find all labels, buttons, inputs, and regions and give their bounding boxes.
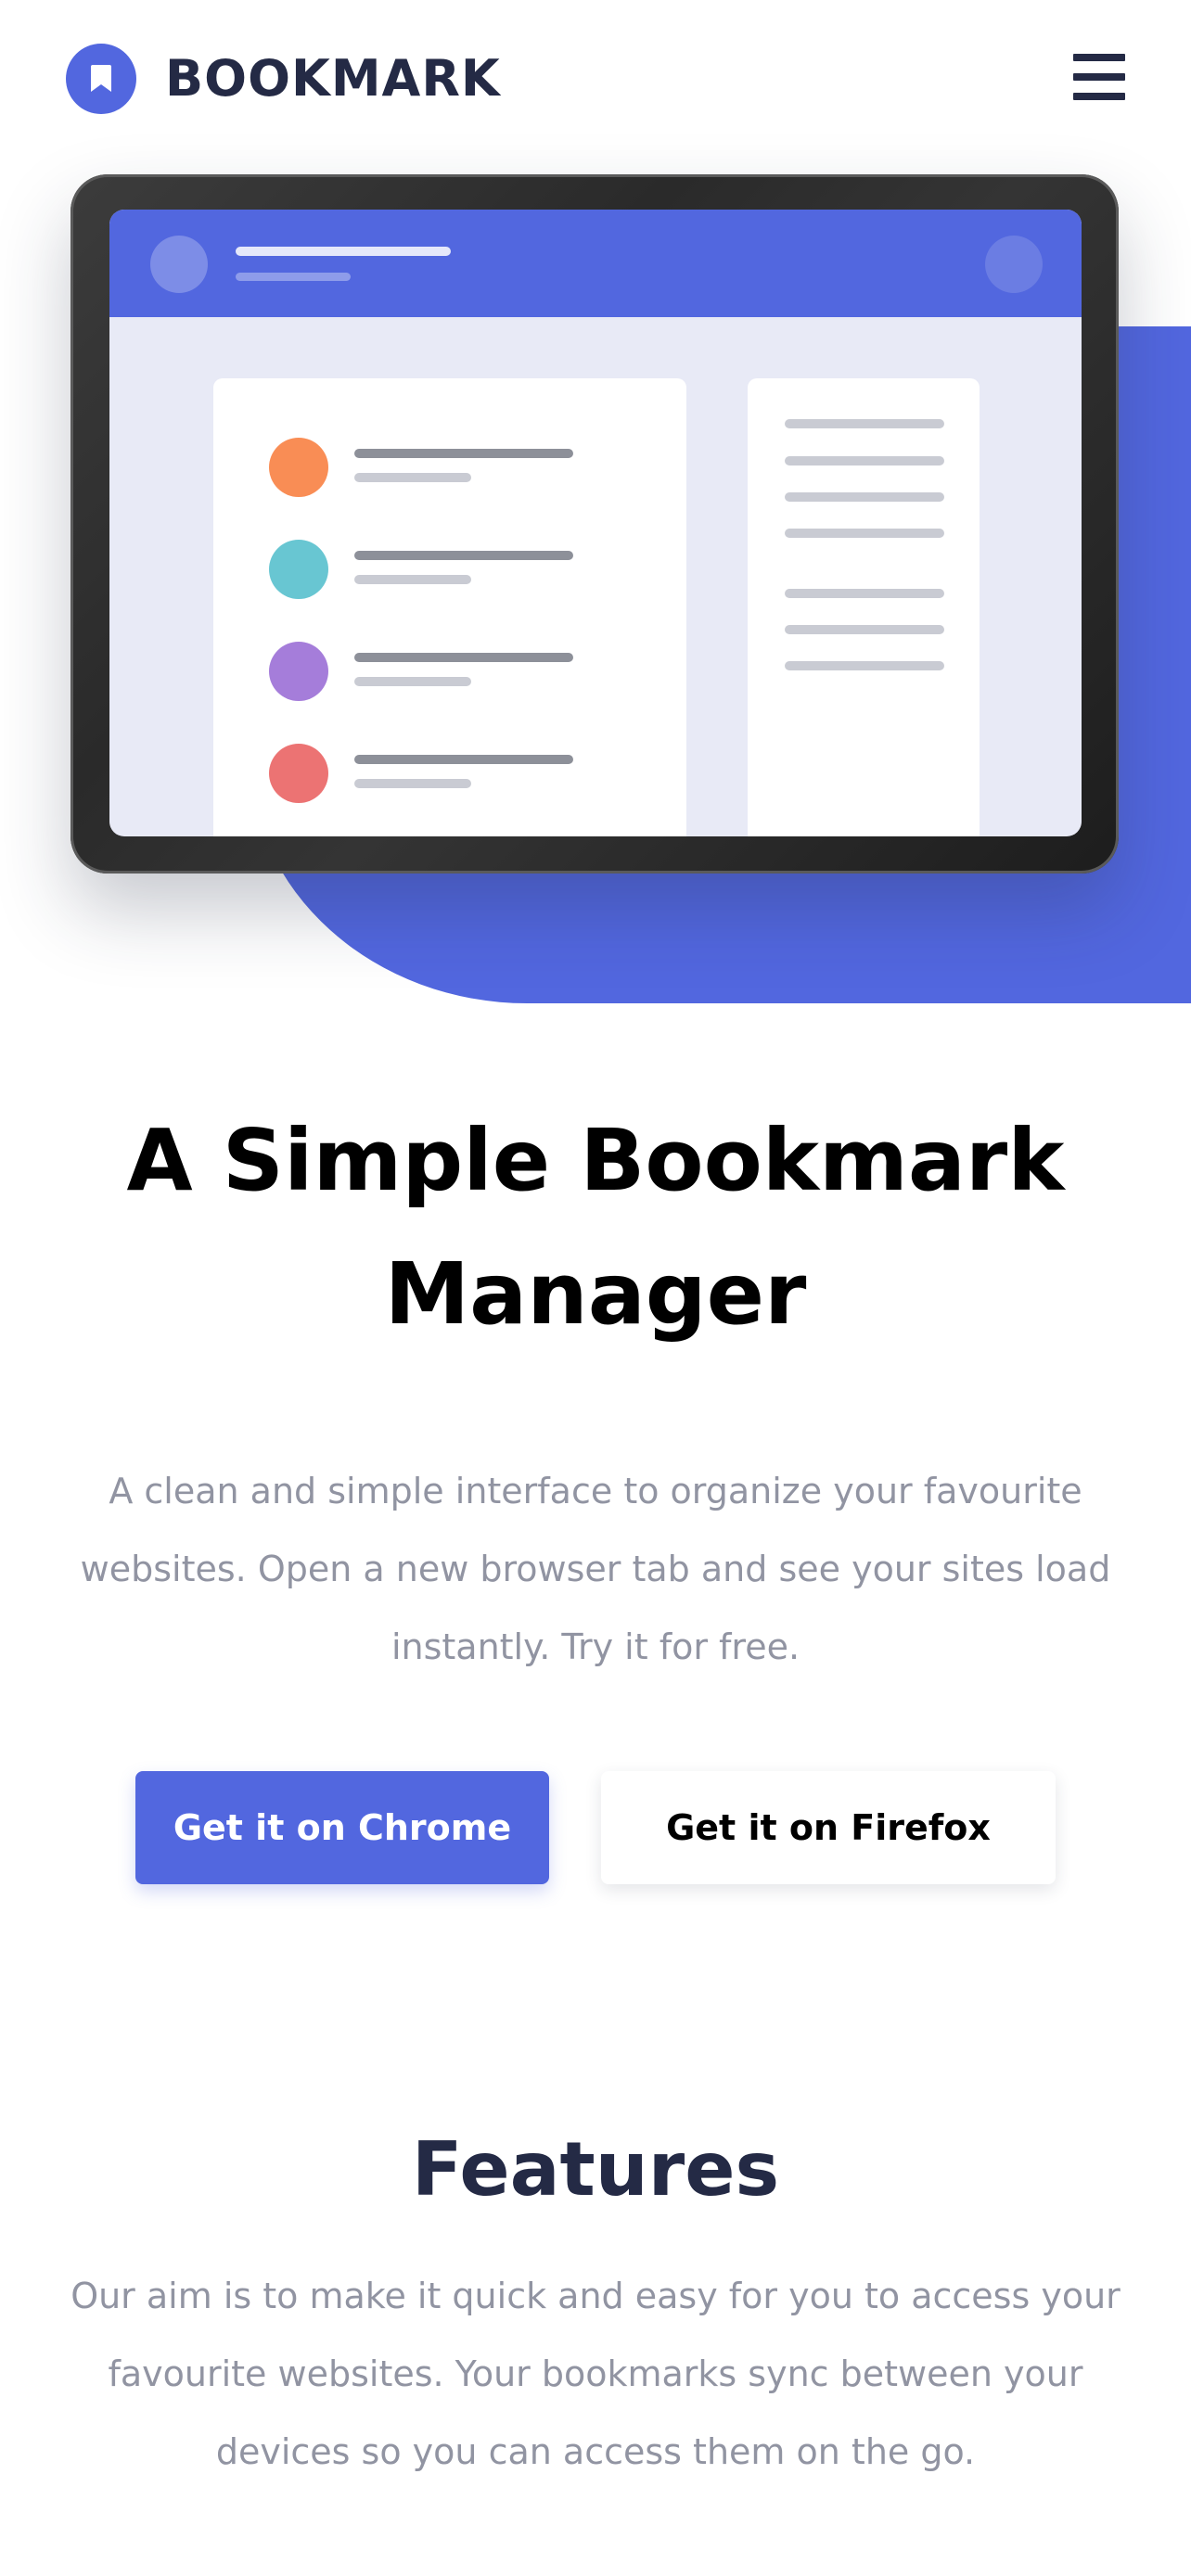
features-title: Features	[411, 2126, 780, 2213]
bookmark-title-line	[354, 449, 573, 458]
bookmark-list-item	[269, 640, 640, 705]
tablet-screen	[109, 210, 1082, 836]
bookmark-title-line	[354, 755, 573, 764]
bookmark-list-card	[213, 378, 686, 836]
avatar-placeholder	[150, 236, 208, 293]
hero-description: A clean and simple interface to organize…	[80, 1471, 1111, 1667]
hamburger-menu-icon[interactable]	[1073, 54, 1125, 100]
action-circle-placeholder	[985, 236, 1043, 293]
brand-name: BOOKMARK	[165, 49, 501, 108]
bookmark-url-line	[354, 575, 471, 584]
bookmark-dot	[269, 744, 328, 803]
details-card	[748, 378, 980, 836]
site-header: BOOKMARK	[0, 0, 1191, 158]
header-subline-placeholder	[236, 273, 351, 281]
app-header-mock	[109, 210, 1082, 317]
bookmark-url-line	[354, 779, 471, 788]
bookmark-title-line	[354, 653, 573, 662]
get-it-on-chrome-button[interactable]: Get it on Chrome	[135, 1771, 549, 1884]
detail-line	[785, 419, 944, 428]
tablet-illustration	[70, 174, 1119, 874]
bookmark-dot	[269, 642, 328, 701]
get-it-on-firefox-button[interactable]: Get it on Firefox	[601, 1771, 1056, 1884]
bookmark-list-item	[269, 538, 640, 603]
detail-line	[785, 492, 944, 502]
detail-line	[785, 661, 944, 670]
header-line-placeholder	[236, 247, 451, 256]
bookmark-dot	[269, 540, 328, 599]
detail-line	[785, 529, 944, 538]
bookmark-logo-icon	[66, 44, 136, 114]
bookmark-list-item	[269, 436, 640, 501]
detail-line	[785, 625, 944, 634]
features-description: Our aim is to make it quick and easy for…	[70, 2276, 1121, 2472]
bookmark-list-item	[269, 742, 640, 807]
detail-line	[785, 456, 944, 465]
detail-line	[785, 589, 944, 598]
hero-title: A Simple Bookmark Manager	[126, 1111, 1065, 1344]
bookmark-dot	[269, 438, 328, 497]
bookmark-title-line	[354, 551, 573, 560]
bookmark-url-line	[354, 473, 471, 482]
bookmark-url-line	[354, 677, 471, 686]
